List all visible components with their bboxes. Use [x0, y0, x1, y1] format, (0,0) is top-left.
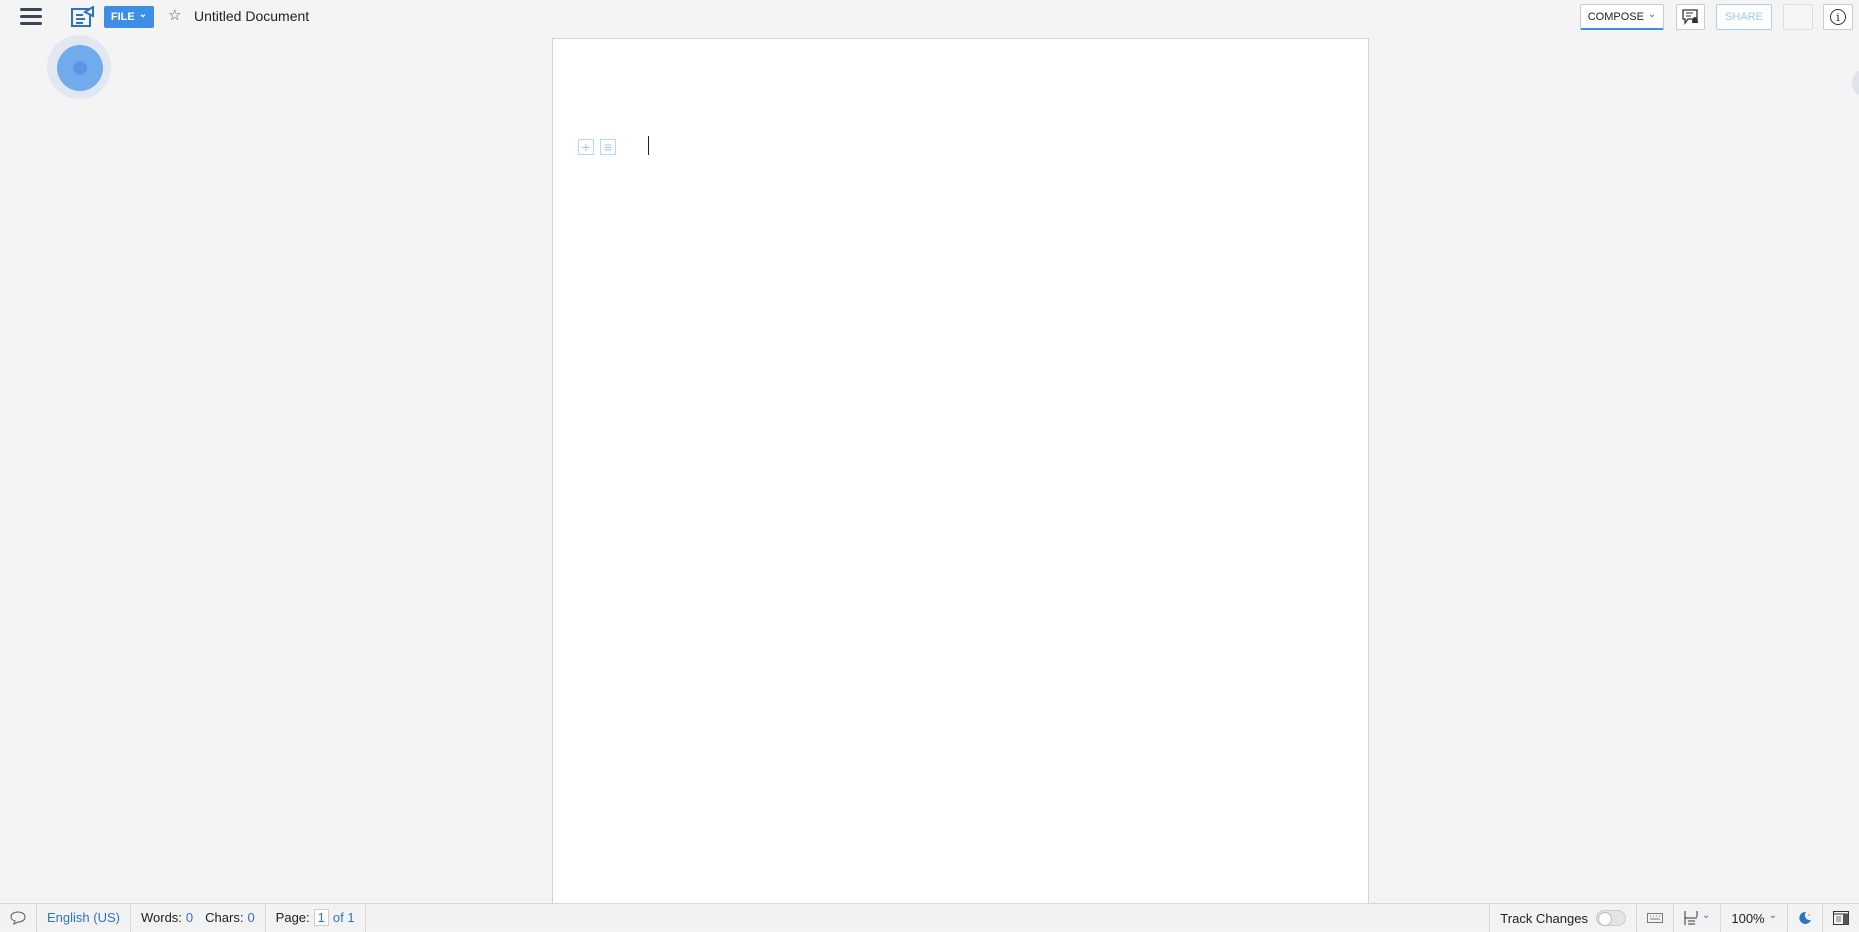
- hamburger-menu-icon[interactable]: [20, 8, 42, 26]
- chars-label: Chars:: [205, 910, 244, 925]
- page-total: of 1: [332, 910, 355, 925]
- top-toolbar: FILE ⌄ ☆ Untitled Document COMPOSE ⌄ SHA…: [0, 0, 1859, 96]
- star-icon[interactable]: ☆: [168, 6, 181, 24]
- track-changes-label: Track Changes: [1500, 910, 1588, 926]
- chevron-down-icon: ⌄: [1701, 909, 1711, 921]
- page-number-input[interactable]: 1: [313, 909, 329, 926]
- words-label: Words:: [140, 910, 182, 925]
- moon-icon: [1799, 911, 1811, 924]
- info-button[interactable]: i: [1823, 4, 1853, 30]
- page-layout-button[interactable]: ⌄: [1672, 904, 1720, 932]
- block-format-icon[interactable]: ≡: [600, 139, 616, 155]
- document-page[interactable]: [552, 38, 1369, 908]
- document-title[interactable]: Untitled Document: [194, 8, 309, 24]
- words-value: 0: [185, 910, 194, 925]
- language-label: English (US): [47, 910, 120, 925]
- track-changes: Track Changes: [1489, 904, 1636, 932]
- page-label: Page:: [275, 910, 310, 925]
- side-panel-handle[interactable]: [1852, 70, 1859, 96]
- track-changes-toggle[interactable]: [1595, 910, 1626, 926]
- add-block-icon[interactable]: +: [578, 139, 594, 155]
- assistant-bubble-button[interactable]: [57, 45, 103, 91]
- block-tools: + ≡: [578, 139, 616, 155]
- word-count: Words: 0 Chars: 0: [131, 903, 266, 932]
- comment-notification-button[interactable]: [1676, 4, 1705, 30]
- keyboard-icon: [1646, 913, 1663, 923]
- side-panel-button[interactable]: [1822, 904, 1859, 932]
- page-layout-icon: [1684, 911, 1698, 925]
- panel-layout-icon: [1833, 911, 1849, 925]
- keyboard-button[interactable]: [1635, 904, 1673, 932]
- night-mode-button[interactable]: [1787, 904, 1822, 932]
- status-bar: English (US) Words: 0 Chars: 0 Page: 1 o…: [0, 903, 1859, 932]
- document-icon[interactable]: [71, 6, 95, 28]
- zoom-value: 100%: [1731, 910, 1765, 926]
- chevron-down-icon: ⌄: [1647, 8, 1657, 20]
- zoom-selector[interactable]: 100% ⌄: [1720, 904, 1787, 932]
- file-label: FILE: [110, 11, 135, 23]
- compose-button[interactable]: COMPOSE ⌄: [1580, 4, 1664, 30]
- comment-icon: [10, 910, 26, 925]
- page-indicator: Page: 1 of 1: [266, 903, 366, 932]
- comment-bell-icon: [1681, 9, 1698, 25]
- chevron-down-icon: ⌄: [138, 9, 148, 20]
- text-cursor: [648, 136, 649, 155]
- chevron-down-icon: ⌄: [1768, 909, 1777, 921]
- compose-label: COMPOSE: [1587, 10, 1644, 23]
- language-selector[interactable]: English (US): [37, 903, 131, 932]
- share-button[interactable]: SHARE: [1716, 4, 1772, 30]
- comments-toggle[interactable]: [0, 903, 37, 932]
- blank-toolbar-button[interactable]: [1783, 4, 1813, 30]
- assistant-dot-icon: [73, 61, 87, 75]
- chars-value: 0: [247, 910, 255, 925]
- info-icon: i: [1830, 9, 1846, 25]
- file-menu-button[interactable]: FILE ⌄: [104, 6, 154, 28]
